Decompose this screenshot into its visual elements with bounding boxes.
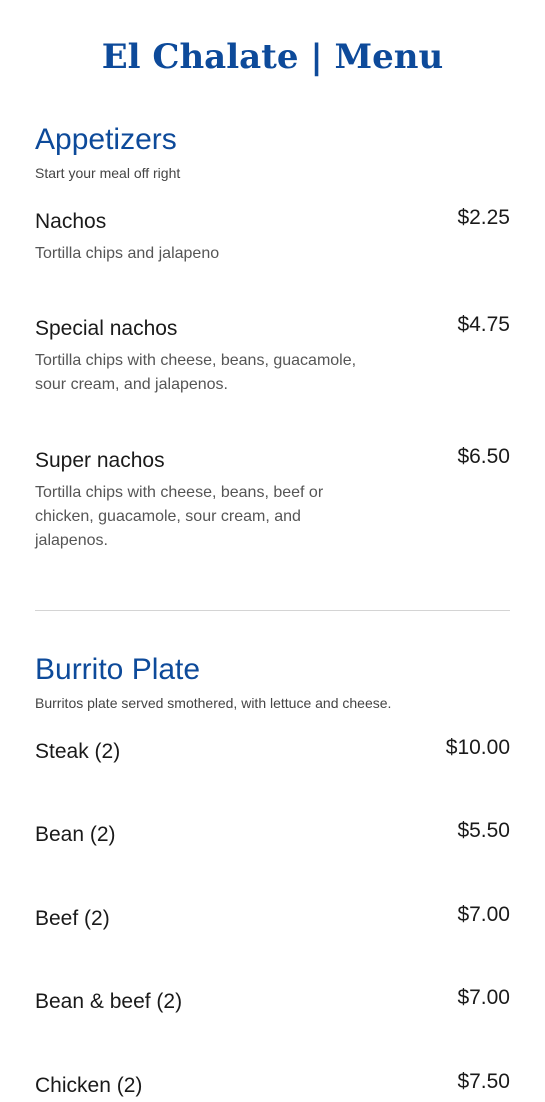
item-name: Chicken (2) (35, 1074, 143, 1097)
item-name: Special nachos (35, 317, 178, 340)
item-description: Tortilla chips and jalapeno (35, 245, 220, 262)
page-title: El Chalate | Menu (101, 37, 444, 77)
item-name: Beef (2) (35, 907, 110, 930)
section-title-appetizers: Appetizers (35, 123, 177, 156)
section-subtitle-appetizers: Start your meal off right (35, 165, 181, 181)
item-price: $4.75 (457, 313, 510, 336)
item-price: $5.50 (457, 819, 510, 842)
item-price: $6.50 (457, 445, 510, 468)
item-description: Tortilla chips with cheese, beans, beef … (35, 484, 324, 549)
item-price: $10.00 (445, 736, 510, 759)
section-title-burrito-plate: Burrito Plate (35, 653, 201, 686)
item-name: Nachos (35, 210, 107, 233)
item-name: Steak (2) (35, 740, 121, 763)
item-price: $7.00 (457, 903, 510, 926)
item-name: Bean & beef (2) (35, 990, 183, 1013)
item-name: Bean (2) (35, 823, 116, 846)
item-description: Tortilla chips with cheese, beans, guaca… (35, 352, 357, 393)
item-name: Super nachos (35, 449, 165, 472)
item-price: $7.00 (457, 986, 510, 1009)
item-price: $2.25 (457, 206, 510, 229)
section-divider (35, 610, 510, 611)
item-price: $7.50 (457, 1070, 510, 1093)
section-subtitle-burrito-plate: Burritos plate served smothered, with le… (35, 695, 392, 711)
